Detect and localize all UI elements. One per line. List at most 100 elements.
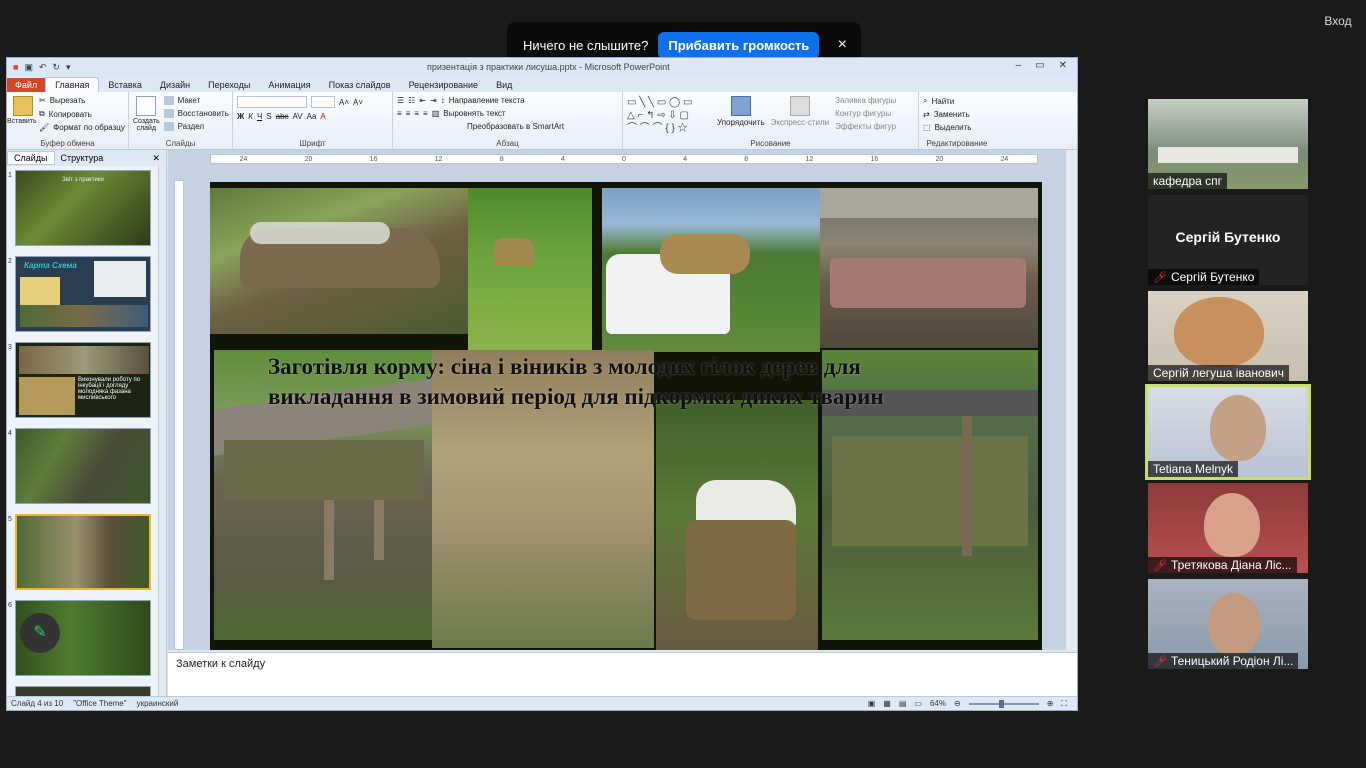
thumb-map-image (20, 277, 60, 305)
align-text-button[interactable]: Выровнять текст (443, 109, 505, 118)
qat-menu-icon[interactable]: ▾ (66, 62, 71, 73)
tab-file[interactable]: Файл (7, 78, 46, 92)
layout-button[interactable]: Макет (163, 96, 229, 105)
tab-slideshow[interactable]: Показ слайдов (320, 78, 400, 92)
close-window-icon[interactable]: ✕ (1059, 60, 1067, 71)
panel-close-icon[interactable]: ✕ (152, 153, 160, 164)
participant-tile[interactable]: 🎤︎ Теницький Родіон Лі... (1148, 579, 1308, 669)
indent-icon[interactable]: ⇤ (419, 96, 426, 105)
slideshow-view-icon[interactable]: ▭ (914, 699, 922, 708)
reading-view-icon[interactable]: ▤ (899, 699, 907, 708)
ruler-mark: 20 (935, 155, 944, 163)
shrink-font-icon[interactable]: A˅ (353, 98, 363, 107)
slide-thumbnail-6[interactable]: ✎ (15, 600, 151, 676)
panel-scrollbar[interactable] (158, 166, 166, 696)
pencil-icon[interactable]: ✎ (20, 613, 60, 653)
columns-icon[interactable]: ▥ (432, 109, 440, 118)
font-color-icon[interactable]: A (320, 112, 325, 121)
bold-icon[interactable]: Ж (237, 112, 244, 121)
scissors-icon: ✂ (39, 96, 46, 105)
select-button[interactable]: ⬚ Выделить (923, 123, 991, 132)
replace-button[interactable]: ⇄ Заменить (923, 110, 991, 119)
align-left-icon[interactable]: ≡ (397, 109, 402, 118)
shapes-gallery[interactable]: ▭ ╲ ╲ ▭ ◯ ▭ △ ⌐ ↰ ⇨ ⇩ ▢ ⌒ ⌒ ⌒ { } ☆ (627, 96, 711, 135)
tab-outline[interactable]: Структура (55, 152, 110, 164)
justify-icon[interactable]: ≡ (423, 109, 428, 118)
login-button[interactable]: Вход (1316, 11, 1360, 31)
reset-button[interactable]: Восстановить (163, 109, 229, 118)
slide-thumbnail-4[interactable] (15, 428, 151, 504)
copy-button[interactable]: ⧉ Копировать (39, 109, 125, 119)
tab-animation[interactable]: Анимация (259, 78, 319, 92)
smartart-button[interactable]: Преобразовать в SmartArt (467, 122, 564, 131)
clipboard-group: Вставить ✂ Вырезать ⧉ Копировать 🖌 Формат п… (7, 92, 129, 149)
strike-icon[interactable]: abc (276, 112, 289, 121)
slide-thumbnail-3[interactable]: Виконували роботу по інкубації і догляду… (15, 342, 151, 418)
find-button[interactable]: ⌕ Найти (923, 96, 991, 106)
normal-view-icon[interactable]: ▣ (868, 699, 876, 708)
zoom-level[interactable]: 64% (930, 699, 946, 708)
zoom-slider-knob[interactable] (998, 699, 1004, 708)
paste-label: Вставить (7, 118, 37, 125)
cut-button[interactable]: ✂ Вырезать (39, 96, 125, 105)
participant-tile[interactable]: кафедра спг (1148, 99, 1308, 189)
grow-font-icon[interactable]: A˄ (339, 98, 349, 107)
sorter-view-icon[interactable]: ▦ (883, 699, 891, 708)
font-family-select[interactable] (237, 96, 307, 108)
slide-title[interactable]: Заготівля корму: сіна і віників з молоди… (268, 352, 988, 412)
maximize-icon[interactable]: ▭ (1035, 60, 1044, 71)
tab-transitions[interactable]: Переходы (199, 78, 259, 92)
italic-icon[interactable]: К (248, 112, 253, 121)
slide-thumbnail-2[interactable]: Карта Схема (15, 256, 151, 332)
quick-styles-button[interactable]: Экспресс-стили (771, 96, 829, 135)
text-direction-button[interactable]: Направление текста (449, 96, 525, 105)
spacing-icon[interactable]: AV (293, 112, 303, 121)
undo-icon[interactable]: ↶ (39, 62, 47, 73)
outdent-icon[interactable]: ⇥ (430, 96, 437, 105)
fit-slide-icon[interactable]: ⛶ (1061, 699, 1067, 709)
language[interactable]: украинский (137, 699, 179, 708)
section-icon (163, 122, 174, 131)
font-size-select[interactable] (311, 96, 335, 108)
zoom-out-icon[interactable]: ⊖ (954, 699, 961, 708)
notes-pane[interactable]: Заметки к слайду (168, 652, 1077, 696)
participant-tile[interactable]: 🎤︎ Третякова Діана Ліс... (1148, 483, 1308, 573)
slide-thumbnail-1[interactable]: Звіт з практики (15, 170, 151, 246)
line-spacing-icon[interactable]: ↕ (441, 96, 445, 105)
zoom-in-icon[interactable]: ⊕ (1047, 699, 1054, 708)
editor-scrollbar[interactable] (1065, 150, 1077, 650)
participant-tile[interactable]: Сергій Бутенко 🎤︎ Сергій Бутенко (1148, 195, 1308, 285)
slide-editor: 24 20 16 12 8 4 0 4 8 12 16 20 24 Заготі… (168, 150, 1077, 650)
format-painter-button[interactable]: 🖌 Формат по образцу (39, 123, 125, 132)
underline-icon[interactable]: Ч (257, 112, 262, 121)
shape-effects-button[interactable]: Эффекты фигур (835, 122, 896, 131)
redo-icon[interactable]: ↻ (53, 62, 61, 73)
section-button[interactable]: Раздел (163, 122, 229, 131)
bullets-icon[interactable]: ☰ (397, 96, 404, 105)
numbering-icon[interactable]: ☷ (408, 96, 415, 105)
close-icon[interactable]: × (838, 36, 847, 54)
tab-design[interactable]: Дизайн (151, 78, 199, 92)
tab-view[interactable]: Вид (487, 78, 521, 92)
arrange-button[interactable]: Упорядочить (717, 96, 765, 135)
increase-volume-button[interactable]: Прибавить громкость (658, 31, 820, 59)
align-center-icon[interactable]: ≡ (406, 109, 411, 118)
minimize-icon[interactable]: – (1016, 60, 1022, 71)
align-right-icon[interactable]: ≡ (414, 109, 419, 118)
participant-tile[interactable]: Сергій легуша іванович (1148, 291, 1308, 381)
tab-home[interactable]: Главная (45, 77, 100, 92)
paste-button[interactable]: Вставить (7, 96, 37, 136)
new-slide-button[interactable]: Создать слайд (133, 96, 160, 135)
slide-thumbnail-5[interactable] (15, 514, 151, 590)
shape-outline-button[interactable]: Контур фигуры (835, 109, 896, 118)
zoom-slider[interactable] (968, 699, 1039, 708)
shape-fill-button[interactable]: Заливка фигуры (835, 96, 896, 105)
tab-slides[interactable]: Слайды (7, 151, 55, 165)
shadow-icon[interactable]: S (266, 112, 271, 121)
case-icon[interactable]: Aa (307, 112, 317, 121)
tab-insert[interactable]: Вставка (99, 78, 150, 92)
participant-tile-active-speaker[interactable]: Tetiana Melnyk (1145, 384, 1311, 480)
save-icon[interactable]: ▣ (24, 62, 33, 73)
tab-review[interactable]: Рецензирование (400, 78, 488, 92)
brush-icon: 🖌 (39, 123, 50, 132)
